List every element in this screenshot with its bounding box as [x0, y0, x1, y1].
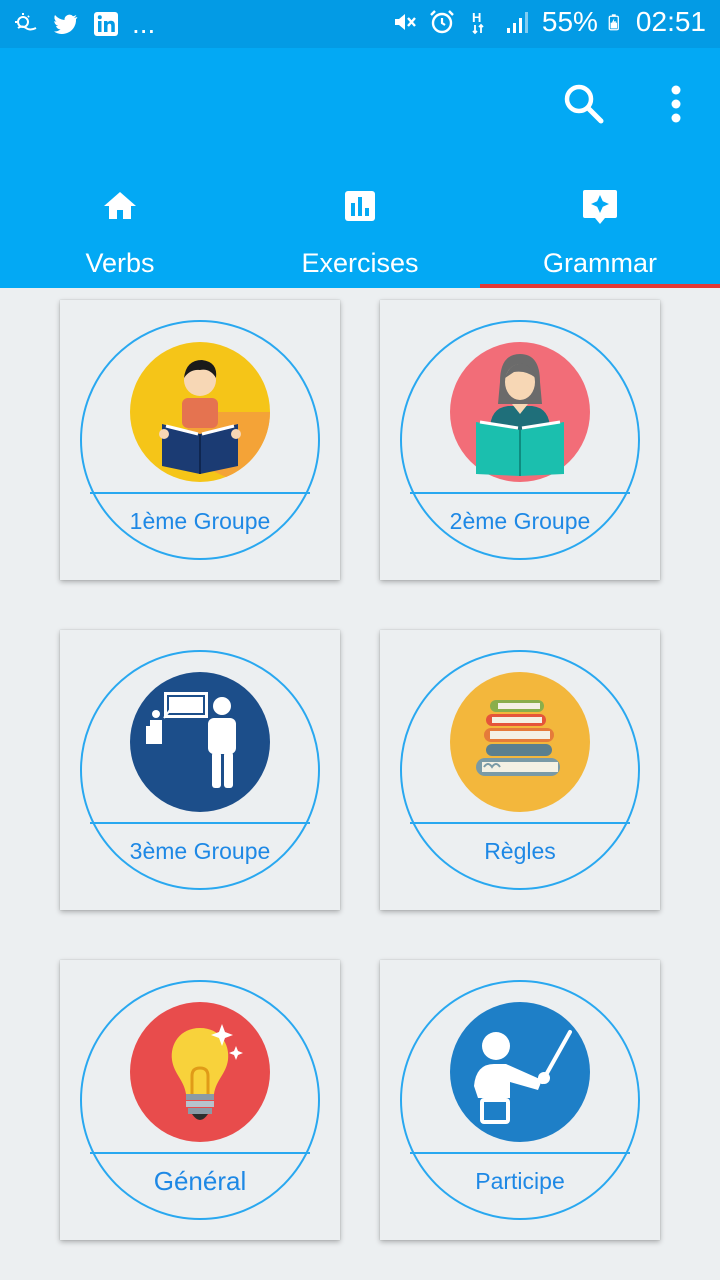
- battery-icon: [608, 14, 619, 31]
- network-h-icon: H: [472, 10, 484, 35]
- svg-text:H: H: [472, 10, 481, 25]
- tab-verbs[interactable]: Verbs: [0, 168, 240, 288]
- card-label: Règles: [484, 838, 556, 864]
- grammar-grid: 1ème Groupe 2ème Groupe 3ème Groupe Règl…: [0, 288, 720, 1280]
- tab-label: Verbs: [85, 248, 155, 278]
- tab-exercises[interactable]: Exercises: [240, 168, 480, 288]
- battery-percent: 55%: [541, 6, 598, 37]
- clock: 02:51: [635, 6, 706, 37]
- card-label: 1ème Groupe: [129, 508, 271, 534]
- more-notifications: ...: [132, 8, 156, 39]
- book-stack-icon: [450, 672, 590, 812]
- card-3eme-groupe[interactable]: 3ème Groupe: [60, 630, 340, 910]
- card-label: 3ème Groupe: [129, 838, 271, 864]
- signal-icon: [506, 12, 528, 33]
- status-bar: ... H 55% 02:51: [0, 0, 720, 48]
- tab-label: Exercises: [301, 248, 419, 278]
- card-general[interactable]: Général: [60, 960, 340, 1240]
- weather-icon: [15, 13, 37, 31]
- alarm-icon: [430, 10, 454, 34]
- card-2eme-groupe[interactable]: 2ème Groupe: [380, 300, 660, 580]
- tab-bar: Verbs Exercises Grammar: [0, 168, 720, 288]
- reading-woman-icon: [450, 342, 590, 482]
- card-regles[interactable]: Règles: [380, 630, 660, 910]
- bar-chart-icon: [345, 191, 375, 221]
- linkedin-icon: [94, 12, 118, 36]
- tab-label: Grammar: [543, 248, 657, 278]
- card-label: 2ème Groupe: [449, 508, 591, 534]
- pointer-teacher-icon: [450, 1002, 590, 1142]
- mute-icon: [394, 14, 416, 30]
- lightbulb-icon: [130, 1002, 270, 1142]
- home-icon: [104, 192, 136, 219]
- twitter-icon: [54, 14, 78, 35]
- card-label: Général: [153, 1166, 247, 1196]
- card-1eme-groupe[interactable]: 1ème Groupe: [60, 300, 340, 580]
- sparkle-bubble-icon: [583, 190, 617, 224]
- card-label: Participe: [475, 1168, 565, 1194]
- card-participe[interactable]: Participe: [380, 960, 660, 1240]
- tab-grammar[interactable]: Grammar: [480, 168, 720, 288]
- teacher-board-icon: [130, 672, 270, 812]
- search-icon[interactable]: [558, 78, 610, 130]
- reading-boy-icon: [130, 342, 270, 482]
- more-vert-icon[interactable]: [656, 78, 696, 130]
